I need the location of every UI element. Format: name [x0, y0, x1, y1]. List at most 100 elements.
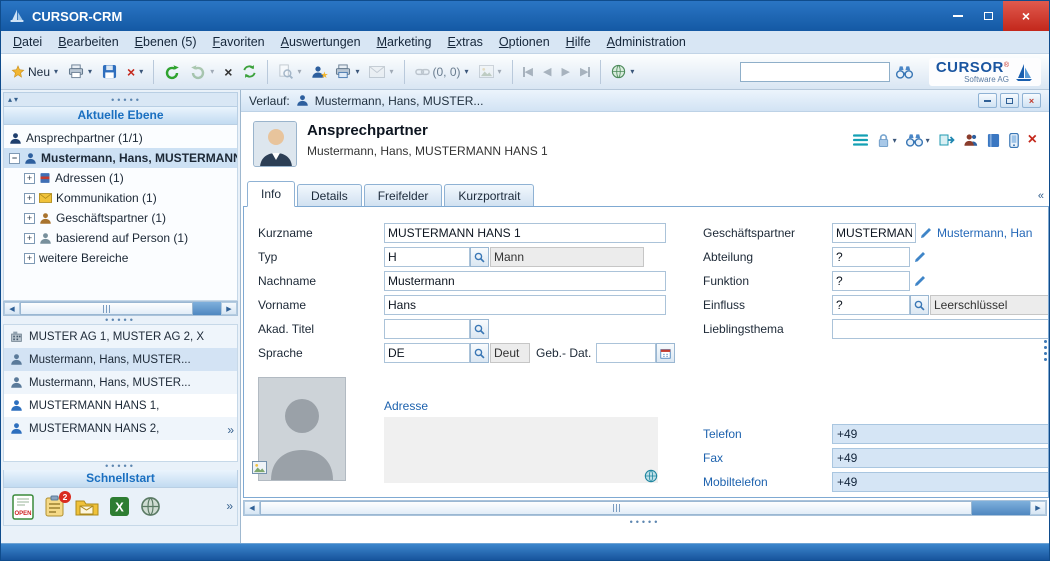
mobiltelefon-field[interactable]: +49	[832, 472, 1049, 492]
bottom-splitter-handle[interactable]: •••••	[241, 516, 1049, 528]
find-button[interactable]	[892, 59, 917, 85]
collapse-minus-icon[interactable]: −	[9, 153, 20, 164]
menu-bearbeiten[interactable]: Bearbeiten	[50, 32, 126, 52]
tree-item-geschaeftspartner[interactable]: + Geschäftspartner (1)	[4, 208, 237, 228]
tab-info[interactable]: Info	[247, 181, 295, 207]
sidebar-horizontal-scrollbar[interactable]: ◀ ▶	[3, 301, 238, 316]
tab-freifelder[interactable]: Freifelder	[364, 184, 443, 206]
inner-minimize-button[interactable]	[978, 93, 997, 108]
redo-button[interactable]: ▾	[186, 59, 218, 85]
lock-caret-icon[interactable]: ▾	[893, 136, 897, 145]
expand-plus-icon[interactable]: +	[24, 253, 35, 264]
collapse-down-icon[interactable]: ▾	[14, 95, 18, 104]
toolbar-search-input[interactable]	[740, 62, 890, 82]
main-horizontal-scrollbar[interactable]: ◀ ▶	[243, 500, 1047, 516]
list-item[interactable]: MUSTER AG 1, MUSTER AG 2, X	[4, 325, 237, 348]
list-item[interactable]: MUSTERMANN HANS 2,	[4, 417, 237, 440]
geb-dat-calendar-button[interactable]	[656, 343, 675, 363]
minimize-button[interactable]	[943, 1, 973, 31]
collapse-up-icon[interactable]: ▴	[8, 95, 12, 104]
panel-collapse-icon[interactable]: «	[1038, 190, 1044, 202]
expand-plus-icon[interactable]: +	[24, 233, 35, 244]
nav-next-button[interactable]: ▶	[557, 59, 573, 85]
tree-item-adressen[interactable]: + Adressen (1)	[4, 168, 237, 188]
quick-open-button[interactable]: OPEN	[12, 494, 34, 520]
new-button[interactable]: Neu ▾	[7, 59, 62, 85]
kurzname-input[interactable]	[384, 223, 666, 243]
typ-input[interactable]	[384, 247, 470, 267]
expand-plus-icon[interactable]: +	[24, 193, 35, 204]
adresse-textarea[interactable]	[384, 417, 658, 483]
tab-kurzportrait[interactable]: Kurzportrait	[444, 184, 534, 206]
contact-photo[interactable]	[253, 121, 297, 167]
tree-item-mustermann[interactable]: − Mustermann, Hans, MUSTERMANN	[4, 148, 237, 168]
delete-button[interactable]: × ▾	[123, 59, 147, 85]
menu-extras[interactable]: Extras	[439, 32, 490, 52]
export-icon[interactable]	[939, 133, 955, 147]
panel-splitter-handle[interactable]: •••••	[3, 316, 238, 324]
nav-last-button[interactable]: ▶	[576, 59, 594, 85]
photo-placeholder[interactable]	[258, 377, 346, 481]
menu-optionen[interactable]: Optionen	[491, 32, 558, 52]
expand-plus-icon[interactable]: +	[24, 173, 35, 184]
abteilung-edit-icon[interactable]	[912, 248, 927, 266]
menu-favoriten[interactable]: Favoriten	[205, 32, 273, 52]
contact-favorite-button[interactable]: ★	[307, 59, 329, 85]
binoculars-icon[interactable]	[906, 133, 923, 147]
lieblingsthema-input[interactable]	[832, 319, 1049, 339]
list-more-chevron[interactable]: »	[227, 423, 234, 437]
typ-lookup-button[interactable]	[470, 247, 489, 267]
panel-splitter-handle[interactable]: •••••	[3, 462, 238, 470]
quick-excel-button[interactable]: X	[109, 496, 130, 517]
save-button[interactable]	[98, 59, 121, 85]
maximize-button[interactable]	[973, 1, 1003, 31]
akad-titel-lookup-button[interactable]	[470, 319, 489, 339]
scrollbar-thumb[interactable]	[20, 302, 193, 315]
scrollbar-thumb[interactable]	[260, 501, 972, 515]
lock-icon[interactable]	[877, 133, 890, 148]
history-entry[interactable]: Mustermann, Hans, MUSTER...	[315, 94, 484, 108]
inner-maximize-button[interactable]	[1000, 93, 1019, 108]
tree-item-weitere-bereiche[interactable]: + weitere Bereiche	[4, 248, 237, 268]
tree-item-ansprechpartner[interactable]: Ansprechpartner (1/1)	[4, 128, 237, 148]
scroll-left-icon[interactable]: ◀	[4, 302, 20, 315]
person-web-button[interactable]: ▾	[607, 59, 638, 85]
quick-mail-folder-button[interactable]	[75, 497, 99, 516]
search-doc-button[interactable]: ▾	[274, 59, 305, 85]
quick-web-button[interactable]	[140, 496, 161, 517]
funktion-input[interactable]	[832, 271, 910, 291]
inner-close-button[interactable]: ×	[1022, 93, 1041, 108]
email-button[interactable]: ▾	[365, 59, 397, 85]
list-item[interactable]: MUSTERMANN HANS 1,	[4, 394, 237, 417]
menu-marketing[interactable]: Marketing	[369, 32, 440, 52]
menu-list-icon[interactable]	[853, 134, 868, 146]
vorname-input[interactable]	[384, 295, 666, 315]
binoculars-caret-icon[interactable]: ▾	[926, 136, 930, 145]
list-item[interactable]: Mustermann, Hans, MUSTER...	[4, 371, 237, 394]
quickstart-more-chevron[interactable]: »	[226, 499, 233, 513]
quick-tasks-button[interactable]: 2	[44, 495, 65, 518]
photo-upload-icon[interactable]	[252, 461, 267, 474]
tab-details[interactable]: Details	[297, 184, 362, 206]
abteilung-input[interactable]	[832, 247, 910, 267]
menu-ebenen[interactable]: Ebenen (5)	[127, 32, 205, 52]
undo-button[interactable]	[160, 59, 184, 85]
cancel-button[interactable]: ×	[220, 59, 236, 85]
list-item[interactable]: Mustermann, Hans, MUSTER...	[4, 348, 237, 371]
expand-plus-icon[interactable]: +	[24, 213, 35, 224]
tree-item-basierend-auf-person[interactable]: + basierend auf Person (1)	[4, 228, 237, 248]
nav-prev-button[interactable]: ◀	[539, 59, 555, 85]
notebook-icon[interactable]	[987, 133, 1000, 148]
close-button[interactable]: ×	[1003, 1, 1049, 31]
nav-first-button[interactable]: ◀	[519, 59, 537, 85]
refresh-button[interactable]	[238, 59, 261, 85]
print-button[interactable]: ▾	[64, 59, 96, 85]
menu-hilfe[interactable]: Hilfe	[558, 32, 599, 52]
sprache-input[interactable]	[384, 343, 470, 363]
close-record-icon[interactable]: ×	[1028, 132, 1037, 148]
geschaeftspartner-link[interactable]: Mustermann, Han	[937, 226, 1032, 240]
geschaeftspartner-edit-icon[interactable]	[918, 224, 933, 242]
contacts-icon[interactable]	[964, 133, 978, 147]
akad-titel-input[interactable]	[384, 319, 470, 339]
geb-dat-input[interactable]	[596, 343, 656, 363]
